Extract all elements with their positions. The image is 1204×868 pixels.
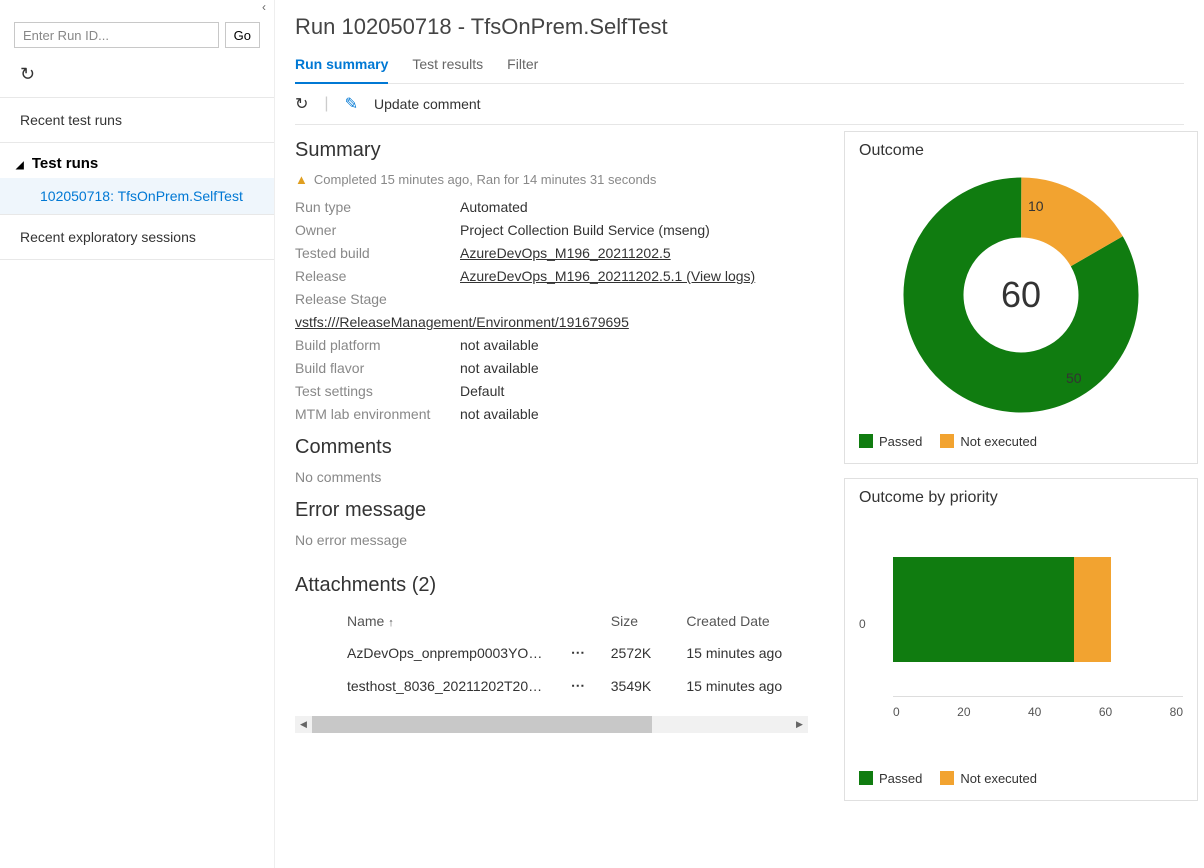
warning-icon: ▲ xyxy=(295,172,308,187)
outcome-legend: Passed Not executed xyxy=(859,434,1183,449)
value-build-platform: not available xyxy=(460,337,828,353)
label-release-stage: Release Stage xyxy=(295,291,460,307)
priority-y-tick: 0 xyxy=(859,617,866,631)
sidebar-run-item[interactable]: 102050718: TfsOnPrem.SelfTest xyxy=(0,178,274,214)
toolbar: ↻ | ✎ Update comment xyxy=(295,84,1184,125)
label-tested-build: Tested build xyxy=(295,245,460,261)
legend-passed: Passed xyxy=(859,771,922,786)
sidebar-test-runs-label: Test runs xyxy=(32,155,98,172)
sidebar-recent-exploratory-sessions[interactable]: Recent exploratory sessions xyxy=(0,215,274,259)
attachment-name: testhost_8036_20211202T20… xyxy=(295,669,563,702)
sidebar-recent-test-runs[interactable]: Recent test runs xyxy=(0,98,274,142)
link-tested-build[interactable]: AzureDevOps_M196_20211202.5 xyxy=(460,245,671,261)
outcome-passed-label: 50 xyxy=(1066,370,1082,386)
bar-passed xyxy=(893,557,1074,662)
priority-heading: Outcome by priority xyxy=(859,489,1183,507)
priority-x-axis: 0 20 40 60 80 xyxy=(893,705,1183,719)
attachment-row[interactable]: testhost_8036_20211202T20… ⋯ 3549K 15 mi… xyxy=(295,669,828,702)
sidebar-refresh-icon[interactable]: ↻ xyxy=(0,54,274,97)
label-build-flavor: Build flavor xyxy=(295,360,460,376)
run-id-search-input[interactable] xyxy=(14,22,219,48)
summary-fields: Run type Automated Owner Project Collect… xyxy=(295,199,828,422)
link-release-stage[interactable]: vstfs:///ReleaseManagement/Environment/1… xyxy=(295,314,629,330)
priority-bar-chart: 0 0 20 40 60 xyxy=(859,517,1183,757)
outcome-heading: Outcome xyxy=(859,142,1183,160)
tree-expand-icon: ◢ xyxy=(16,160,24,171)
outcome-not-executed-label: 10 xyxy=(1028,198,1044,214)
attachment-created: 15 minutes ago xyxy=(678,636,828,670)
label-test-settings: Test settings xyxy=(295,383,460,399)
tab-bar: Run summary Test results Filter xyxy=(295,56,1184,84)
sidebar-collapse-toggle[interactable]: ‹ xyxy=(0,0,274,14)
attachments-heading: Attachments (2) xyxy=(295,574,828,597)
charts-pane: Outcome 60 10 50 Passed Not executed xyxy=(844,125,1204,868)
main-panel: Run 102050718 - TfsOnPrem.SelfTest Run s… xyxy=(275,0,1204,868)
horizontal-scrollbar[interactable]: ◀ ▶ xyxy=(295,716,808,733)
attachment-created: 15 minutes ago xyxy=(678,669,828,702)
scroll-thumb[interactable] xyxy=(312,716,652,733)
page-title: Run 102050718 - TfsOnPrem.SelfTest xyxy=(295,14,1204,40)
sort-ascending-icon: ↑ xyxy=(388,617,394,629)
error-heading: Error message xyxy=(295,499,828,522)
refresh-icon[interactable]: ↻ xyxy=(295,94,308,114)
attachment-name: AzDevOps_onpremp0003YO… xyxy=(295,636,563,670)
value-build-flavor: not available xyxy=(460,360,828,376)
legend-not-executed: Not executed xyxy=(940,771,1037,786)
value-owner: Project Collection Build Service (mseng) xyxy=(460,222,828,238)
label-run-type: Run type xyxy=(295,199,460,215)
col-size[interactable]: Size xyxy=(603,607,679,636)
error-value: No error message xyxy=(295,532,828,548)
priority-bar-row xyxy=(893,557,1183,662)
outcome-total: 60 xyxy=(1001,274,1041,316)
tab-run-summary[interactable]: Run summary xyxy=(295,56,388,84)
link-release[interactable]: AzureDevOps_M196_20211202.5.1 (View logs… xyxy=(460,268,755,284)
label-owner: Owner xyxy=(295,222,460,238)
run-status-text: Completed 15 minutes ago, Ran for 14 min… xyxy=(314,172,657,187)
scroll-left-icon[interactable]: ◀ xyxy=(295,716,312,733)
toolbar-separator: | xyxy=(324,95,328,113)
scroll-right-icon[interactable]: ▶ xyxy=(791,716,808,733)
tab-filter[interactable]: Filter xyxy=(507,56,538,83)
update-comment-button[interactable]: Update comment xyxy=(374,96,481,112)
attachment-size: 3549K xyxy=(603,669,679,702)
value-run-type: Automated xyxy=(460,199,828,215)
value-mtm-lab: not available xyxy=(460,406,828,422)
attachment-more-icon[interactable]: ⋯ xyxy=(563,636,603,670)
sidebar: ‹ Go ↻ Recent test runs ◢ Test runs 1020… xyxy=(0,0,275,868)
value-test-settings: Default xyxy=(460,383,828,399)
attachment-size: 2572K xyxy=(603,636,679,670)
label-build-platform: Build platform xyxy=(295,337,460,353)
outcome-donut-chart: 60 10 50 xyxy=(896,170,1146,420)
summary-pane: Summary ▲ Completed 15 minutes ago, Ran … xyxy=(295,125,844,868)
legend-passed: Passed xyxy=(859,434,922,449)
attachment-row[interactable]: AzDevOps_onpremp0003YO… ⋯ 2572K 15 minut… xyxy=(295,636,828,670)
summary-heading: Summary xyxy=(295,139,828,162)
legend-not-executed: Not executed xyxy=(940,434,1037,449)
bar-not-executed xyxy=(1074,557,1110,662)
tab-test-results[interactable]: Test results xyxy=(412,56,483,83)
outcome-by-priority-card: Outcome by priority 0 0 20 xyxy=(844,478,1198,801)
col-created[interactable]: Created Date xyxy=(678,607,828,636)
attachment-more-icon[interactable]: ⋯ xyxy=(563,669,603,702)
pencil-icon[interactable]: ✎ xyxy=(345,94,358,114)
attachments-table: Name ↑ Size Created Date AzDevOps_onprem… xyxy=(295,607,828,702)
label-mtm-lab: MTM lab environment xyxy=(295,406,460,422)
outcome-card: Outcome 60 10 50 Passed Not executed xyxy=(844,131,1198,464)
comments-heading: Comments xyxy=(295,436,828,459)
col-name[interactable]: Name ↑ xyxy=(295,607,563,636)
run-id-go-button[interactable]: Go xyxy=(225,22,260,48)
comments-value: No comments xyxy=(295,469,828,485)
run-status-line: ▲ Completed 15 minutes ago, Ran for 14 m… xyxy=(295,172,828,187)
priority-legend: Passed Not executed xyxy=(859,771,1183,786)
sidebar-test-runs-header[interactable]: ◢ Test runs xyxy=(0,143,274,178)
label-release: Release xyxy=(295,268,460,284)
